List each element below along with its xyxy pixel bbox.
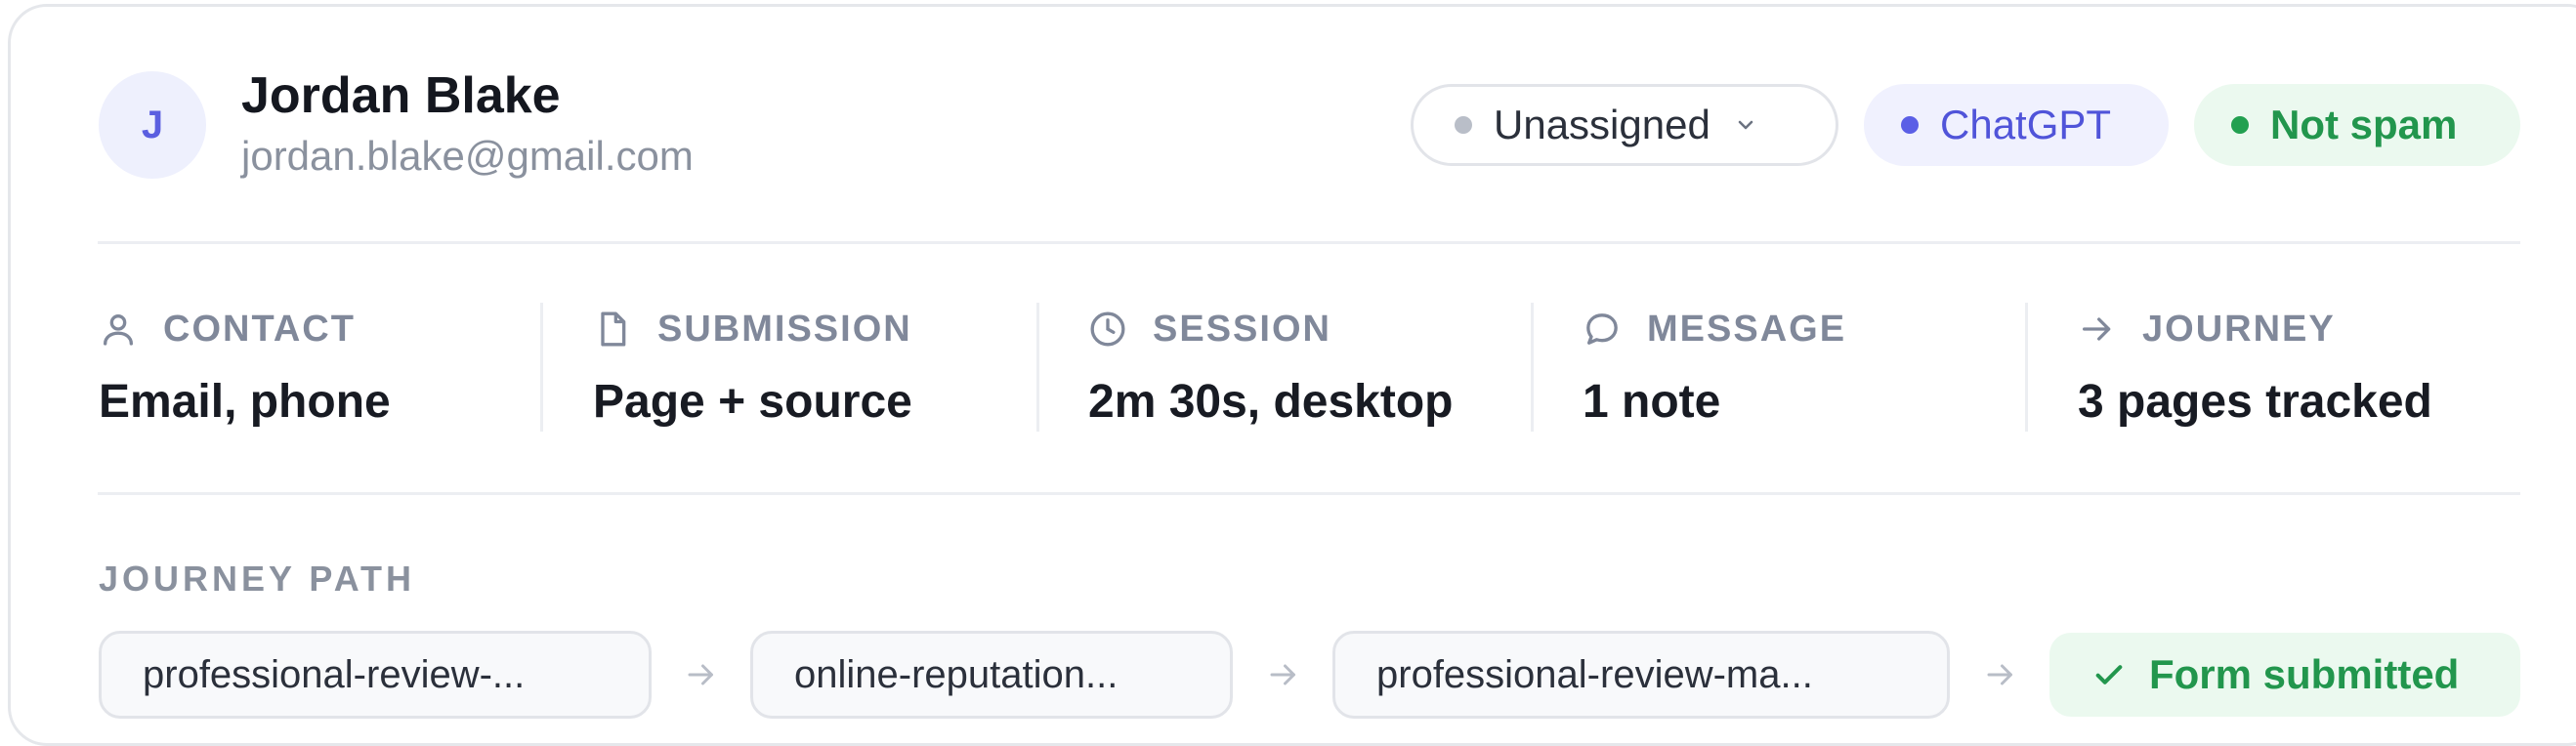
stat-label: JOURNEY [2142,308,2336,350]
form-submitted-badge: Form submitted [2049,633,2520,717]
journey-step[interactable]: professional-review-... [99,631,652,719]
form-submitted-label: Form submitted [2149,651,2460,697]
stat-message: MESSAGE 1 note [1583,305,2032,429]
spam-dot [2231,116,2249,134]
document-icon [601,311,626,347]
stat-separator [540,303,543,432]
assignee-label: Unassigned [1494,102,1710,147]
check-icon [2095,665,2123,684]
clock-icon [1090,311,1125,347]
stat-label: CONTACT [163,308,356,350]
user-icon [104,314,133,346]
divider [98,241,2520,244]
stat-contact: CONTACT Email, phone [99,305,548,429]
stat-value: 1 note [1583,376,1721,428]
arrow-right-icon [688,664,713,685]
lead-email[interactable]: jordan.blake@gmail.com [241,131,694,182]
source-dot [1901,116,1919,134]
arrow-right-icon [1987,664,2012,685]
journey-step[interactable]: online-reputation... [750,631,1233,719]
stat-submission: SUBMISSION Page + source [593,305,1042,429]
stat-value: Page + source [593,376,912,428]
stat-separator [1036,303,1039,432]
spam-status-badge: Not spam [2194,84,2520,166]
assignee-dropdown[interactable]: Unassigned [1411,84,1838,166]
arrow-right-icon [1270,664,1295,685]
stat-label: SUBMISSION [657,308,912,350]
divider [98,492,2520,495]
source-label: ChatGPT [1940,102,2112,147]
stat-separator [1531,303,1534,432]
journey-path-heading: JOURNEY PATH [99,559,416,599]
avatar: J [99,71,206,179]
spam-label: Not spam [2270,102,2458,147]
stat-journey: JOURNEY 3 pages tracked [2078,305,2527,429]
stat-session: SESSION 2m 30s, desktop [1088,305,1538,429]
stat-label: MESSAGE [1647,308,1847,350]
stat-value: 3 pages tracked [2078,376,2432,428]
source-badge: ChatGPT [1864,84,2169,166]
journey-step[interactable]: professional-review-ma... [1332,631,1950,719]
stat-label: SESSION [1153,308,1331,350]
chevron-down-icon [1734,113,1757,137]
arrow-right-icon [2083,317,2111,341]
stat-value: 2m 30s, desktop [1088,376,1454,428]
message-icon [1586,313,1618,345]
stat-separator [2025,303,2028,432]
lead-name: Jordan Blake [241,67,561,124]
status-dot [1455,116,1472,134]
stat-value: Email, phone [99,376,391,428]
